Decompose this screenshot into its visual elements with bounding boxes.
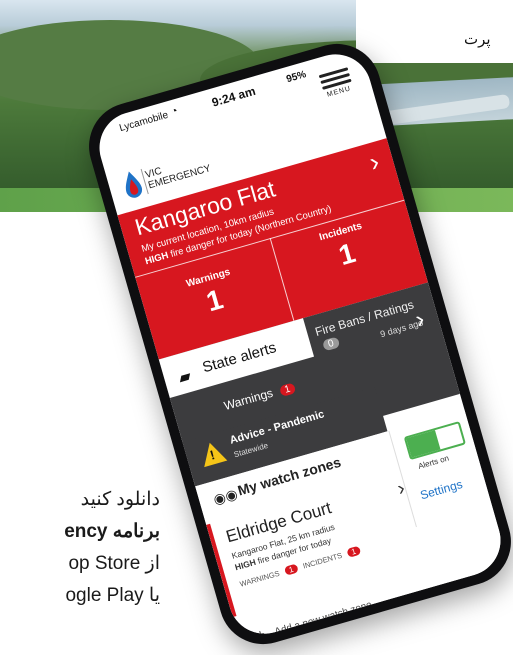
zone-warnings-label: WARNINGS (238, 568, 281, 589)
promo-line-download: دانلود کنید (80, 489, 160, 510)
state-alerts-title: State alerts (200, 339, 279, 377)
promo-text-block: دانلود کنید برنامه ency از op Store یا o… (0, 480, 160, 650)
state-warnings-label: Warnings (222, 385, 275, 414)
alerts-toggle[interactable] (403, 421, 467, 461)
fire-bans-badge: 0 (321, 336, 340, 352)
state-warnings-badge: 1 (278, 382, 297, 398)
promo-line-app: برنامه ency (64, 521, 160, 542)
zone-incidents-label: INCIDENTS (301, 550, 344, 571)
carrier-name: Lycamobile (118, 109, 170, 135)
chevron-right-icon[interactable]: › (395, 477, 408, 501)
zone-incidents-badge: 1 (346, 545, 361, 558)
battery-level: 95% (285, 69, 308, 86)
caption-text: پرت (464, 31, 491, 48)
promo-line-appstore: از op Store (68, 553, 160, 574)
state-warnings-link[interactable]: Warnings 1 (222, 379, 297, 414)
zone-warnings-badge: 1 (283, 563, 299, 576)
logo-text: VIC EMERGENCY (144, 152, 212, 191)
chevron-right-icon[interactable]: › (366, 146, 383, 178)
binoculars-icon: ◉◉ (211, 485, 240, 508)
alerts-toggle-fill (406, 430, 441, 458)
status-time: 9:24 am (210, 83, 258, 110)
wifi-icon: ◔ (169, 104, 180, 119)
promo-line-googleplay: یا ogle Play (65, 585, 160, 606)
victoria-map-icon: ▰ (176, 367, 194, 388)
warnings-tile[interactable]: Warnings 1 (140, 254, 287, 336)
